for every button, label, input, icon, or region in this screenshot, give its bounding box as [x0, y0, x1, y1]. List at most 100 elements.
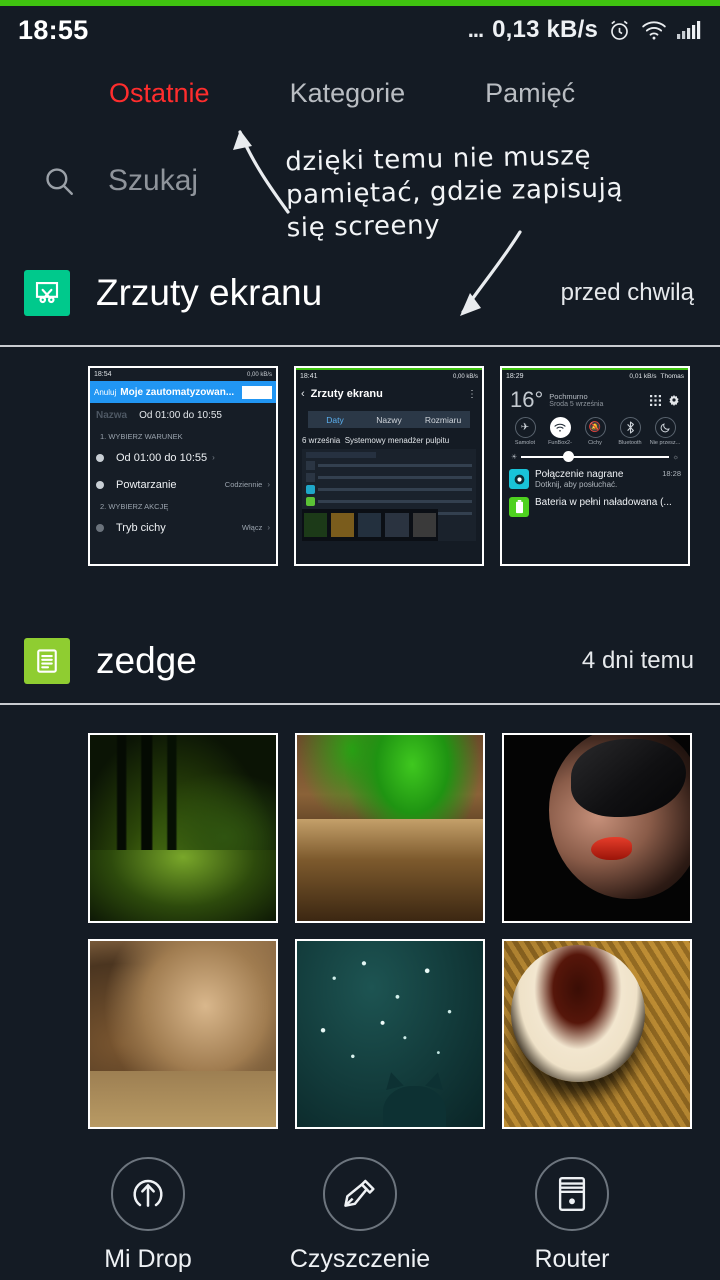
cat-stars-wallpaper[interactable]: [295, 939, 485, 1129]
lion-wallpaper[interactable]: [88, 939, 278, 1129]
thumb2-status-bar: 18:41 0,00 kB/s: [296, 370, 482, 383]
bottom-action-mi-drop[interactable]: Mi Drop: [68, 1157, 228, 1274]
notif1-title: Połączenie nagrane: [535, 469, 624, 480]
thumb1-name-row: Nazwa Od 01:00 do 10:55: [90, 403, 276, 428]
thumb2-date: 6 września: [302, 436, 341, 445]
bottom-action-czyszczenie[interactable]: Czyszczenie: [280, 1157, 440, 1274]
thumb2-sort-nazwy: Nazwy: [362, 411, 416, 428]
toggle-wifi: FunBox2-: [544, 417, 576, 446]
screenshot-thumbnail-strip: 18:54 0,00 kB/s Anuluj Moje zautomatyzow…: [0, 366, 720, 566]
thumb3-weather-widget: 16° Pochmurno Środa 5 września: [502, 383, 688, 413]
cat-silhouette: [382, 1086, 446, 1127]
thumbnail-automation-task[interactable]: 18:54 0,00 kB/s Anuluj Moje zautomatyzow…: [88, 366, 278, 566]
settings-gear-icon: [669, 394, 679, 406]
thumb3-temperature: 16°: [510, 387, 544, 412]
status-bar-right: ... 0,13 kB/s: [468, 16, 702, 44]
airplane-icon: ✈: [514, 417, 536, 438]
section-title-zrzuty-ekranu: Zrzuty ekranu: [96, 272, 323, 313]
upload-circle-icon: [111, 1157, 185, 1231]
toggle-nie-przeszkadzac: Nie przesz...: [649, 417, 681, 446]
thumb1-condition-text: Od 01:00 do 10:55: [116, 451, 208, 464]
chevron-right-icon: ›: [267, 480, 270, 489]
grid-apps-icon: [650, 394, 661, 406]
bluetooth-icon: [619, 417, 641, 438]
bottom-toolbar: Mi Drop Czyszczenie Router: [0, 1145, 720, 1280]
thumb1-title-bar: Anuluj Moje zautomatyzowan...: [90, 381, 276, 403]
thumb3-brightness-slider: ☀ ☼: [502, 446, 688, 462]
thumb1-status-speed: 0,00 kB/s: [246, 371, 272, 378]
battery-icon: [509, 497, 529, 517]
zedge-photo-grid: [0, 733, 720, 1129]
thumb2-sort-daty: Daty: [308, 411, 362, 428]
thumb1-name-label: Nazwa: [96, 410, 128, 421]
toggle-bluetooth: Bluetooth: [614, 417, 646, 446]
thumb1-action-row: Tryb cichy Włącz ›: [90, 514, 276, 541]
coffee-cup-wallpaper[interactable]: [502, 939, 692, 1129]
tab-ostatnie[interactable]: Ostatnie: [103, 78, 216, 109]
mushroom-leaf-wallpaper[interactable]: [295, 733, 485, 923]
notif1-time: 18:28: [662, 469, 681, 478]
thumb1-title: Moje zautomatyzowan...: [120, 386, 235, 398]
back-arrow-icon: ‹: [301, 388, 305, 400]
thumb3-carrier: Thomas: [660, 373, 684, 380]
thumb2-inner-preview: [302, 449, 476, 541]
night-forest-wallpaper[interactable]: [88, 733, 278, 923]
thumb3-quick-toggles: ✈ Samolot FunBox2- 🔕 Cichy Bluetooth Nie…: [502, 413, 688, 446]
note-line-3: się screeny: [286, 210, 441, 244]
wifi-icon: [549, 417, 571, 438]
thumbnail-screenshots-folder[interactable]: 18:41 0,00 kB/s ‹ Zrzuty ekranu ⋮ Daty N…: [294, 366, 484, 566]
chevron-right-icon: ›: [267, 523, 270, 532]
overflow-menu-icon: ⋮: [467, 388, 477, 400]
status-clock: 18:55: [18, 14, 89, 45]
clock-dot-icon: [96, 453, 104, 462]
divider-above-screenshots: [0, 345, 720, 347]
router-icon: [535, 1157, 609, 1231]
brightness-high-icon: ☼: [672, 453, 679, 461]
network-speed-indicator: 0,13 kB/s: [492, 16, 598, 43]
thumb3-notification-1: Połączenie nagrane Dotknij, aby posłucha…: [502, 461, 688, 489]
lips-detail: [591, 837, 633, 860]
section-header-zedge[interactable]: zedge 4 dni temu: [0, 624, 720, 698]
thumb2-title-bar: ‹ Zrzuty ekranu ⋮: [296, 383, 482, 405]
thumb1-repeat-text: Powtarzanie: [116, 478, 177, 491]
masked-woman-wallpaper[interactable]: [502, 733, 692, 923]
divider-above-zedge-grid: [0, 703, 720, 705]
tab-kategorie[interactable]: Kategorie: [284, 78, 412, 109]
thumb2-sort-tabs: Daty Nazwy Rozmiaru: [308, 411, 470, 428]
thumb1-repeat-row: Powtarzanie Codziennie ›: [90, 471, 276, 498]
search-bar[interactable]: Szukaj: [0, 158, 720, 204]
thumb3-status-time: 18:29: [506, 373, 524, 380]
screenshot-scissors-icon: [24, 270, 70, 316]
thumb2-source: Systemowy menadżer pulpitu: [344, 436, 450, 445]
thumb1-name-value: Od 01:00 do 10:55: [139, 410, 222, 421]
thumb1-section-2: 2. WYBIERZ AKCJĘ: [100, 501, 169, 511]
thumb1-section-1: 1. WYBIERZ WARUNEK: [100, 431, 183, 441]
thumbnail-notification-shade[interactable]: 18:29 0,01 kB/s Thomas 16° Pochmurno Śro…: [500, 366, 690, 566]
thumb3-notification-2: Bateria w pełni naładowana (...: [502, 489, 688, 517]
repeat-dot-icon: [96, 480, 104, 489]
section-header-zrzuty-ekranu[interactable]: Zrzuty ekranu przed chwilą: [0, 256, 720, 330]
notif2-title: Bateria w pełni naładowana (...: [535, 497, 672, 508]
thumb1-action-text: Tryb cichy: [116, 521, 166, 534]
thumb1-cancel-button: Anuluj: [94, 387, 117, 397]
file-manager-screen: 18:55 ... 0,13 kB/s Ostatnie Kategorie P…: [0, 0, 720, 1280]
slider-knob: [562, 451, 574, 462]
brush-icon: [323, 1157, 397, 1231]
chevron-right-icon: ›: [212, 453, 215, 462]
moon-icon: [654, 417, 676, 438]
tab-pamiec[interactable]: Pamięć: [479, 78, 581, 109]
toggle-cichy: 🔕 Cichy: [579, 417, 611, 446]
search-icon: [42, 164, 76, 198]
search-input[interactable]: Szukaj: [108, 164, 198, 198]
bottom-action-label-router: Router: [534, 1245, 610, 1273]
mute-bell-icon: 🔕: [584, 417, 606, 438]
thumb1-status-time: 18:54: [94, 371, 112, 378]
status-dots: ...: [467, 17, 484, 42]
bottom-action-router[interactable]: Router: [492, 1157, 652, 1274]
call-recorder-icon: [509, 469, 529, 489]
thumb1-repeat-value: Codziennie: [224, 480, 263, 489]
tab-bar: Ostatnie Kategorie Pamięć: [0, 62, 720, 124]
mute-dot-icon: [96, 523, 104, 532]
thumb2-sort-rozmiaru: Rozmiaru: [416, 411, 470, 428]
thumb2-date-line: 6 września Systemowy menadżer pulpitu: [296, 428, 482, 445]
